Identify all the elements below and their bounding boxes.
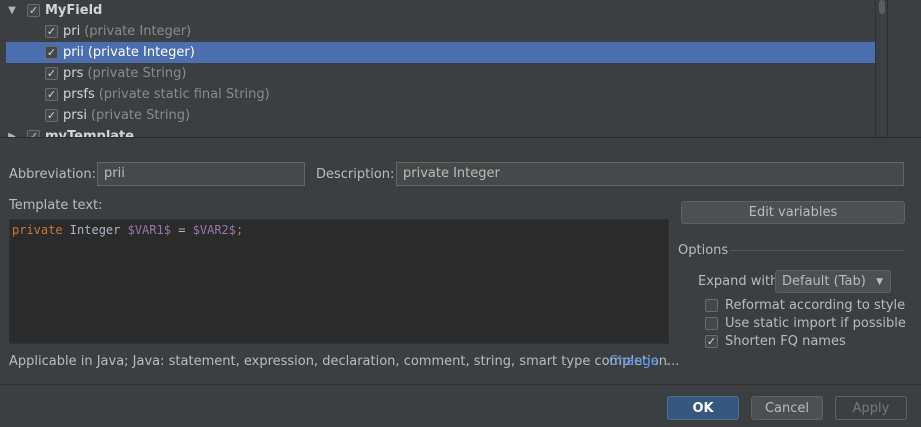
tree-group-mytemplate[interactable]: ▶ ✓ myTemplate	[0, 126, 887, 137]
ok-button[interactable]: OK	[667, 396, 739, 420]
group-label: myTemplate	[45, 129, 135, 137]
group-checkbox[interactable]: ✓	[27, 130, 40, 137]
option-reformat[interactable]: ✓ Reformat according to style	[705, 298, 905, 313]
item-name: prsi	[63, 108, 87, 123]
item-name: pri	[63, 24, 81, 39]
apply-button[interactable]: Apply	[835, 396, 907, 420]
item-checkbox[interactable]: ✓	[45, 46, 58, 59]
editor-token-semicolon: ;	[236, 223, 244, 237]
reformat-label: Reformat according to style	[725, 298, 906, 313]
shorten-fq-label: Shorten FQ names	[725, 334, 846, 349]
item-checkbox[interactable]: ✓	[45, 109, 58, 122]
cancel-button[interactable]: Cancel	[751, 396, 823, 420]
editor-token-var1: $VAR1$	[127, 223, 171, 237]
item-name: prsfs	[63, 87, 95, 102]
change-label: Change	[609, 354, 659, 369]
options-separator	[730, 250, 905, 251]
item-checkbox[interactable]: ✓	[45, 67, 58, 80]
tree-item-prsfs[interactable]: ✓ prsfs (private static final String)	[0, 84, 887, 105]
item-description: (private Integer)	[84, 24, 192, 39]
item-checkbox[interactable]: ✓	[45, 25, 58, 38]
description-field[interactable]: private Integer	[396, 162, 904, 186]
tree-item-prs[interactable]: ✓ prs (private String)	[0, 63, 887, 84]
item-description: (private static final String)	[98, 87, 270, 102]
static-import-label: Use static import if possible	[725, 316, 906, 331]
tree-scrollbar[interactable]	[875, 0, 887, 137]
expand-with-label: Expand with	[698, 274, 779, 289]
tree-divider	[0, 137, 921, 138]
template-text-editor[interactable]: private Integer $VAR1$ = $VAR2$;	[9, 219, 669, 344]
applicable-contexts-text: Applicable in Java; Java: statement, exp…	[9, 354, 680, 369]
abbreviation-field[interactable]: prii	[97, 162, 305, 186]
expand-with-value: Default (Tab)	[782, 274, 866, 289]
item-description: (private String)	[87, 66, 187, 81]
item-checkbox[interactable]: ✓	[45, 88, 58, 101]
shorten-fq-checkbox[interactable]: ✓	[705, 335, 718, 348]
tree-item-pri[interactable]: ✓ pri (private Integer)	[0, 21, 887, 42]
chevron-down-icon: ⌄	[662, 358, 671, 368]
footer-separator	[0, 384, 921, 385]
item-name: prii	[63, 45, 84, 60]
reformat-checkbox[interactable]: ✓	[705, 299, 718, 312]
option-shorten-fq[interactable]: ✓ Shorten FQ names	[705, 334, 846, 349]
tree-item-prsi[interactable]: ✓ prsi (private String)	[0, 105, 887, 126]
chevron-down-icon: ▼	[876, 277, 883, 287]
tree-side-pane	[887, 0, 921, 137]
template-text-label: Template text:	[9, 198, 103, 213]
editor-token-keyword: private	[12, 223, 63, 237]
item-name: prs	[63, 66, 84, 81]
group-checkbox[interactable]: ✓	[27, 4, 40, 17]
change-link[interactable]: Change ⌄	[609, 354, 670, 369]
edit-variables-button[interactable]: Edit variables	[681, 201, 905, 224]
group-label: MyField	[45, 3, 103, 18]
tree-item-prii[interactable]: ✓ prii (private Integer)	[6, 42, 886, 63]
description-label: Description:	[316, 167, 395, 182]
abbreviation-label: Abbreviation:	[9, 167, 97, 182]
editor-token-assign: =	[170, 223, 193, 237]
expand-with-select[interactable]: Default (Tab) ▼	[775, 270, 891, 293]
template-tree[interactable]: ▼ ✓ MyField ✓ pri (private Integer) ✓ pr…	[0, 0, 887, 137]
item-description: (private String)	[90, 108, 191, 123]
editor-token-type: Integer	[62, 223, 128, 237]
expand-arrow-icon[interactable]: ▼	[6, 5, 18, 16]
scrollbar-thumb[interactable]	[879, 0, 885, 14]
static-import-checkbox[interactable]: ✓	[705, 317, 718, 330]
option-static-import[interactable]: ✓ Use static import if possible	[705, 316, 906, 331]
item-description: (private Integer)	[87, 45, 195, 60]
editor-token-var2: $VAR2$	[192, 223, 237, 237]
options-title: Options	[678, 243, 729, 258]
tree-group-myfield[interactable]: ▼ ✓ MyField	[0, 0, 887, 21]
